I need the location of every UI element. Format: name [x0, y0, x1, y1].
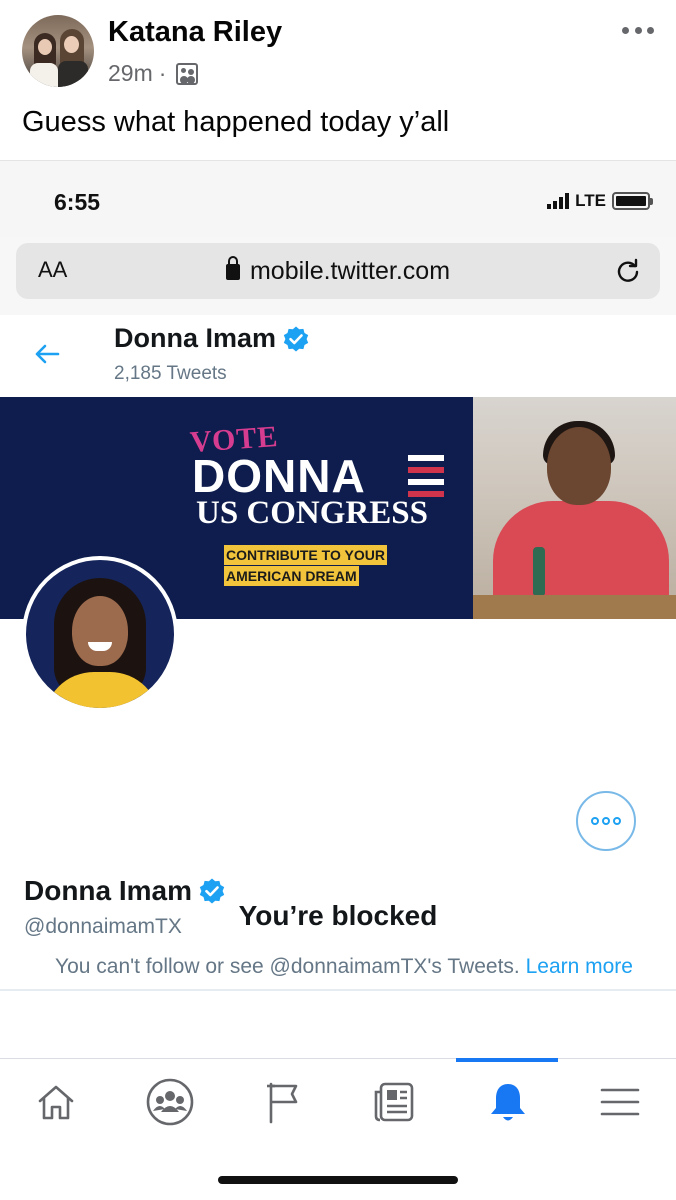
news-icon — [374, 1082, 414, 1122]
post-header: Katana Riley 29m · Guess what happened t… — [0, 0, 676, 160]
author-avatar[interactable] — [22, 15, 94, 87]
ios-status-bar: 6:55 LTE — [0, 161, 676, 237]
tweet-count: 2,185 Tweets — [114, 363, 227, 384]
section-divider — [0, 989, 676, 991]
banner-contribute-text: CONTRIBUTE TO YOUR AMERICAN DREAM — [224, 545, 387, 587]
contribute-line-1: CONTRIBUTE TO YOUR — [224, 545, 387, 565]
groups-tab[interactable] — [120, 1060, 220, 1144]
blocked-message: You can't follow or see @donnaimamTX's T… — [44, 952, 644, 982]
blocked-title: You’re blocked — [238, 900, 438, 931]
post-time[interactable]: 29m — [108, 60, 153, 87]
battery-icon — [612, 192, 653, 210]
notifications-bell-icon — [491, 1084, 525, 1121]
contribute-line-2: AMERICAN DREAM — [224, 566, 359, 586]
status-indicators: LTE — [547, 191, 653, 211]
profile-avatar[interactable] — [22, 556, 178, 712]
friends-icon — [176, 62, 199, 85]
network-type: LTE — [575, 191, 606, 210]
profile-more-button[interactable] — [576, 791, 636, 851]
url-display[interactable]: mobile.twitter.com — [16, 256, 660, 286]
browser-url-bar[interactable]: AA mobile.twitter.com — [16, 243, 660, 299]
home-indicator-bar[interactable] — [218, 1176, 458, 1184]
banner-us-congress-text: US CONGRESS — [196, 495, 428, 531]
home-icon — [38, 1085, 74, 1120]
reload-icon[interactable] — [614, 257, 642, 285]
pages-flag-icon — [267, 1082, 298, 1124]
status-time: 6:55 — [54, 189, 101, 215]
twitter-top-bar: Donna Imam 2,185 Tweets — [0, 315, 676, 397]
news-tab[interactable] — [344, 1060, 444, 1144]
lock-icon — [225, 256, 240, 280]
author-name[interactable]: Katana Riley — [108, 16, 282, 49]
signal-icon — [547, 193, 570, 209]
url-text: mobile.twitter.com — [249, 257, 451, 285]
pages-tab[interactable] — [234, 1060, 334, 1144]
home-tab[interactable] — [6, 1060, 106, 1144]
meta-separator: · — [158, 60, 167, 86]
post-meta: 29m · — [108, 60, 199, 87]
header-profile-name: Donna Imam — [114, 323, 310, 354]
menu-tab[interactable] — [570, 1060, 670, 1144]
bottom-navigation — [0, 1058, 676, 1144]
learn-more-link[interactable]: Learn more — [526, 955, 633, 978]
post-text: Guess what happened today y’all — [22, 106, 450, 138]
header-name-text: Donna Imam — [114, 323, 277, 353]
back-arrow-icon[interactable] — [32, 339, 62, 369]
menu-icon — [600, 1088, 640, 1116]
blocked-message-text: You can't follow or see @donnaimamTX's T… — [55, 955, 520, 978]
nav-divider — [0, 1058, 676, 1059]
more-options-icon[interactable] — [622, 22, 654, 38]
notifications-tab[interactable] — [458, 1060, 558, 1144]
verified-badge-icon — [283, 326, 309, 351]
groups-icon — [146, 1078, 194, 1126]
banner-candidate-photo — [473, 397, 676, 619]
